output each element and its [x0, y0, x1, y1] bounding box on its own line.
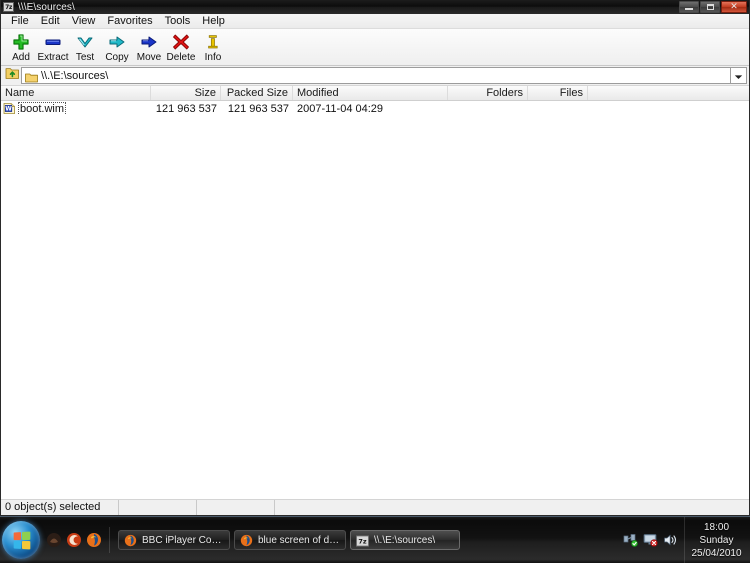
network-icon[interactable] — [623, 533, 638, 547]
system-tray: 18:00 Sunday 25/04/2010 — [617, 517, 750, 563]
start-orb[interactable] — [2, 521, 40, 559]
menu-favorites[interactable]: Favorites — [101, 14, 158, 28]
address-path: \\.\E:\sources\ — [41, 69, 109, 82]
menu-file[interactable]: File — [5, 14, 35, 28]
status-panel-2 — [119, 500, 197, 515]
test-button[interactable]: Test — [69, 31, 101, 63]
task-button-list: BBC iPlayer Consol... blue screen of dea… — [118, 530, 617, 550]
quicklaunch-icon-firefox[interactable] — [86, 532, 102, 548]
menu-view[interactable]: View — [66, 14, 102, 28]
red-x-icon — [170, 33, 192, 51]
svg-text:7z: 7z — [358, 537, 367, 545]
blue-minus-icon — [42, 33, 64, 51]
delete-button[interactable]: Delete — [165, 31, 197, 63]
menu-tools[interactable]: Tools — [159, 14, 197, 28]
title-bar[interactable]: 7z \\\E\sources\ ✕ — [1, 0, 749, 14]
address-dropdown-button[interactable] — [730, 67, 747, 84]
volume-icon[interactable] — [663, 533, 678, 547]
quicklaunch-icon-camino[interactable] — [66, 532, 82, 548]
cell-packed-size: 121 963 537 — [227, 102, 289, 115]
address-field[interactable]: \\.\E:\sources\ — [21, 67, 730, 84]
column-header-files[interactable]: Files — [528, 86, 588, 100]
task-button-label: blue screen of deat... — [258, 534, 340, 546]
address-bar: \\.\E:\sources\ — [1, 66, 749, 85]
cyan-chevron-down-icon — [74, 33, 96, 51]
clock-date: 25/04/2010 — [691, 547, 742, 559]
up-folder-icon — [5, 66, 20, 85]
copy-label: Copy — [105, 52, 129, 63]
chevron-down-icon — [734, 67, 743, 85]
task-button-bbc-iplayer[interactable]: BBC iPlayer Consol... — [118, 530, 230, 550]
cell-name[interactable]: W boot.wim — [1, 102, 151, 115]
menu-help[interactable]: Help — [196, 14, 231, 28]
test-label: Test — [75, 52, 95, 63]
toolbar: Add Extract Test Copy Move Delete Info — [1, 29, 749, 66]
menu-edit[interactable]: Edit — [35, 14, 66, 28]
table-row[interactable]: W boot.wim 121 963 537 121 963 537 2007-… — [1, 101, 749, 116]
taskbar: BBC iPlayer Consol... blue screen of dea… — [0, 516, 750, 563]
up-folder-button[interactable] — [3, 67, 21, 84]
tray-icon-list — [617, 517, 684, 563]
extract-label: Extract — [37, 52, 69, 63]
task-button-blue-screen[interactable]: blue screen of deat... — [234, 530, 346, 550]
green-plus-icon — [10, 33, 32, 51]
display-error-icon[interactable] — [643, 533, 658, 547]
move-label: Move — [136, 52, 162, 63]
7z-archive-icon: 7z — [3, 2, 14, 12]
cell-size: 121 963 537 — [155, 102, 217, 115]
column-header-row: Name Size Packed Size Modified Folders F… — [1, 85, 749, 101]
add-label: Add — [12, 52, 30, 63]
cyan-arrow-right-icon — [106, 33, 128, 51]
status-panel-4 — [275, 500, 749, 515]
column-header-packed-size[interactable]: Packed Size — [221, 86, 293, 100]
menu-bar: File Edit View Favorites Tools Help — [1, 14, 749, 29]
cell-modified: 2007-11-04 04:29 — [297, 102, 384, 115]
clock[interactable]: 18:00 Sunday 25/04/2010 — [684, 517, 750, 563]
minimize-button[interactable] — [679, 1, 699, 13]
wim-file-icon: W — [3, 102, 16, 115]
yellow-info-icon — [202, 33, 224, 51]
column-header-folders[interactable]: Folders — [448, 86, 528, 100]
task-button-label: \\.\E:\sources\ — [374, 534, 436, 546]
window-title: \\\E\sources\ — [18, 1, 75, 13]
task-button-7zip[interactable]: 7z \\.\E:\sources\ — [350, 530, 460, 550]
maximize-button[interactable] — [700, 1, 720, 13]
quicklaunch-icon-1[interactable] — [46, 532, 62, 548]
status-panel-3 — [197, 500, 275, 515]
copy-button[interactable]: Copy — [101, 31, 133, 63]
status-selection: 0 object(s) selected — [1, 500, 119, 515]
window-controls: ✕ — [679, 1, 747, 13]
svg-text:W: W — [5, 106, 12, 113]
folder-icon — [25, 70, 38, 83]
blue-arrow-right-icon — [138, 33, 160, 51]
close-button[interactable]: ✕ — [721, 1, 747, 13]
move-button[interactable]: Move — [133, 31, 165, 63]
cell-name-text: boot.wim — [17, 102, 67, 115]
column-header-modified[interactable]: Modified — [293, 86, 448, 100]
status-bar: 0 object(s) selected — [1, 499, 749, 515]
7z-archive-icon: 7z — [356, 534, 369, 547]
firefox-icon — [124, 534, 137, 547]
windows-logo-icon — [13, 530, 30, 550]
file-list[interactable]: W boot.wim 121 963 537 121 963 537 2007-… — [1, 101, 749, 499]
delete-label: Delete — [166, 52, 196, 63]
task-button-label: BBC iPlayer Consol... — [142, 534, 224, 546]
quick-launch-bar — [46, 527, 110, 553]
column-header-size[interactable]: Size — [151, 86, 221, 100]
extract-button[interactable]: Extract — [37, 31, 69, 63]
7zip-file-manager-window: 7z \\\E\sources\ ✕ File Edit View Favori… — [0, 0, 750, 516]
info-button[interactable]: Info — [197, 31, 229, 63]
clock-time: 18:00 — [703, 521, 730, 533]
firefox-icon — [240, 534, 253, 547]
column-header-name[interactable]: Name — [1, 86, 151, 100]
clock-day: Sunday — [699, 534, 734, 546]
info-label: Info — [204, 52, 222, 63]
add-button[interactable]: Add — [5, 31, 37, 63]
